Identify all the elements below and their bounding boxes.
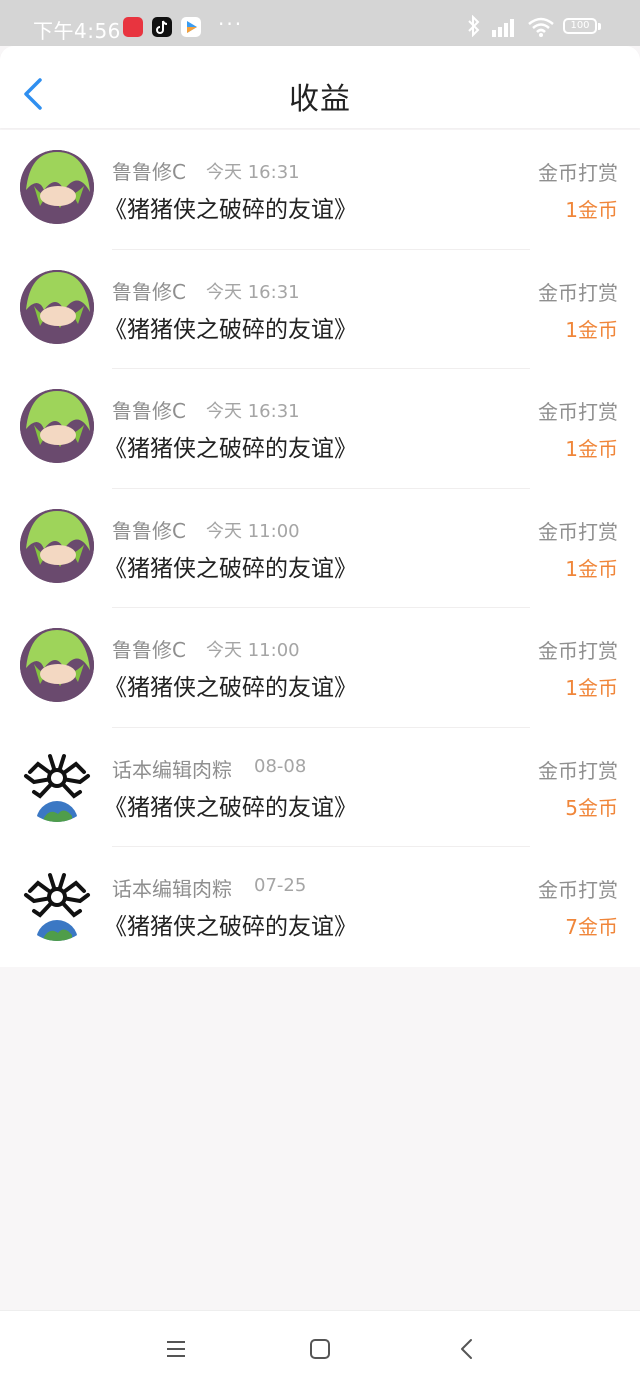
list-item[interactable]: 鲁鲁修C 今天 16:31 《猪猪侠之破碎的友谊》 金币打赏 1金币 (0, 369, 640, 489)
username: 鲁鲁修C (112, 399, 186, 423)
avatar[interactable] (20, 628, 94, 702)
transaction-amount: 7金币 (565, 915, 618, 939)
work-title: 《猪猪侠之破碎的友谊》 (104, 555, 357, 582)
avatar[interactable] (20, 867, 94, 941)
timestamp: 今天 16:31 (206, 281, 300, 303)
battery-cap (598, 23, 601, 30)
timestamp: 今天 16:31 (206, 401, 300, 422)
avatar[interactable] (20, 150, 94, 224)
home-button[interactable] (308, 1337, 332, 1361)
work-title: 《猪猪侠之破碎的友谊》 (104, 436, 357, 462)
status-time: 下午4:56 (33, 19, 121, 43)
transaction-amount: 1金币 (565, 556, 618, 581)
work-title: 《猪猪侠之破碎的友谊》 (104, 794, 357, 821)
video-app-icon (181, 17, 201, 37)
avatar[interactable] (20, 389, 94, 463)
header: 收益 (0, 46, 640, 128)
earnings-list: 鲁鲁修C 今天 16:31 《猪猪侠之破碎的友谊》 金币打赏 1金币 鲁鲁修C … (0, 130, 640, 967)
bluetooth-icon (466, 14, 482, 42)
list-item[interactable]: 鲁鲁修C 今天 16:31 《猪猪侠之破碎的友谊》 金币打赏 1金币 (0, 130, 640, 250)
green-hair-avatar-icon (20, 150, 94, 224)
more-notifications-icon: ··· (218, 12, 244, 36)
transaction-type: 金币打赏 (538, 758, 618, 783)
system-nav-bar (0, 1310, 640, 1388)
system-back-button[interactable] (455, 1337, 479, 1361)
timestamp: 今天 11:00 (206, 520, 300, 542)
green-hair-avatar-icon (20, 508, 94, 583)
transaction-type: 金币打赏 (538, 280, 618, 305)
transaction-type: 金币打赏 (538, 400, 618, 424)
transaction-amount: 1金币 (565, 437, 618, 461)
green-hair-avatar-icon (20, 269, 94, 344)
transaction-type: 金币打赏 (538, 878, 618, 902)
username: 鲁鲁修C (112, 160, 186, 184)
list-item[interactable]: 话本编辑肉粽 07-25 《猪猪侠之破碎的友谊》 金币打赏 7金币 (0, 847, 640, 967)
transaction-type: 金币打赏 (538, 519, 618, 544)
avatar[interactable] (20, 269, 94, 344)
list-item[interactable]: 鲁鲁修C 今天 11:00 《猪猪侠之破碎的友谊》 金币打赏 1金币 (0, 489, 640, 608)
transaction-amount: 1金币 (565, 317, 618, 342)
spider-globe-avatar-icon (20, 867, 94, 941)
shopping-app-icon (123, 17, 143, 37)
work-title: 《猪猪侠之破碎的友谊》 (104, 675, 357, 701)
page-title: 收益 (289, 82, 351, 117)
list-item[interactable]: 话本编辑肉粽 08-08 《猪猪侠之破碎的友谊》 金币打赏 5金币 (0, 728, 640, 847)
username: 话本编辑肉粽 (112, 757, 232, 782)
list-item[interactable]: 鲁鲁修C 今天 11:00 《猪猪侠之破碎的友谊》 金币打赏 1金币 (0, 608, 640, 728)
transaction-type: 金币打赏 (538, 639, 618, 663)
username: 鲁鲁修C (112, 638, 186, 662)
transaction-amount: 1金币 (565, 676, 618, 700)
wifi-icon (527, 16, 555, 38)
timestamp: 今天 11:00 (206, 640, 300, 661)
work-title: 《猪猪侠之破碎的友谊》 (104, 914, 357, 940)
username: 鲁鲁修C (112, 518, 186, 543)
username: 话本编辑肉粽 (112, 877, 232, 901)
status-bar: 下午4:56 ··· 100 (0, 0, 640, 46)
work-title: 《猪猪侠之破碎的友谊》 (104, 197, 357, 223)
square-icon (310, 1339, 330, 1359)
green-hair-avatar-icon (20, 628, 94, 702)
tiktok-icon (152, 17, 172, 37)
green-hair-avatar-icon (20, 389, 94, 463)
transaction-amount: 5金币 (565, 795, 618, 820)
chevron-left-icon (461, 1339, 472, 1359)
timestamp: 07-25 (254, 875, 307, 896)
username: 鲁鲁修C (112, 279, 186, 304)
work-title: 《猪猪侠之破碎的友谊》 (104, 316, 357, 343)
battery-icon: 100 (563, 18, 597, 34)
timestamp: 08-08 (254, 755, 307, 777)
transaction-type: 金币打赏 (538, 161, 618, 185)
timestamp: 今天 16:31 (206, 162, 300, 183)
spider-globe-avatar-icon (20, 747, 94, 822)
transaction-amount: 1金币 (565, 198, 618, 222)
menu-icon (167, 1341, 185, 1357)
signal-icon (490, 17, 520, 37)
avatar[interactable] (20, 508, 94, 583)
avatar[interactable] (20, 747, 94, 822)
list-item[interactable]: 鲁鲁修C 今天 16:31 《猪猪侠之破碎的友谊》 金币打赏 1金币 (0, 250, 640, 369)
recent-apps-button[interactable] (164, 1337, 188, 1361)
